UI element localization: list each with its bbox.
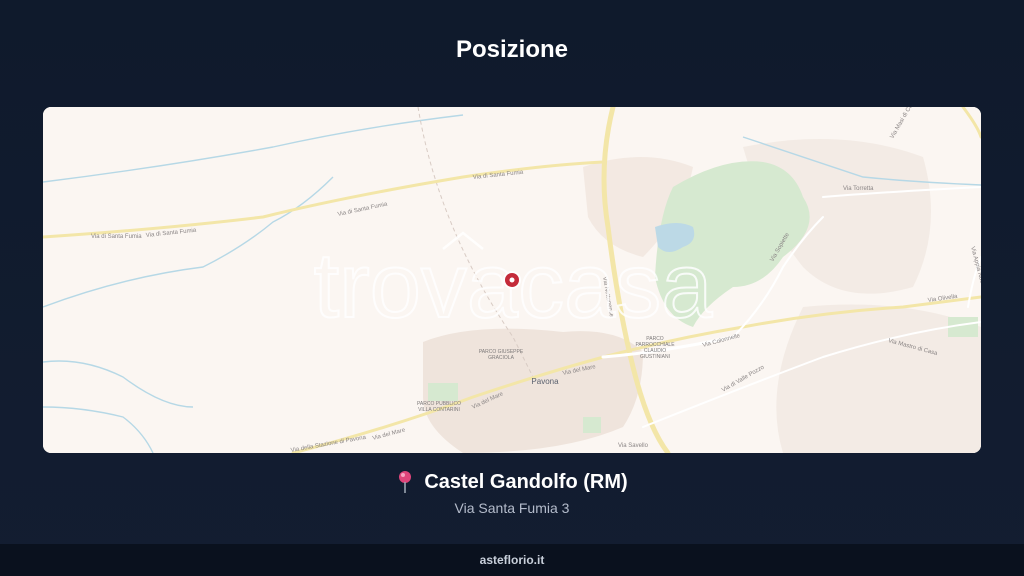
footer-brand[interactable]: asteflorio.it <box>480 553 545 567</box>
page-title: Posizione <box>455 36 569 63</box>
location-address: Via Santa Fumia 3 <box>454 500 570 516</box>
footer: asteflorio.it <box>0 544 1024 576</box>
park-area-small-1 <box>428 383 458 401</box>
map-canvas[interactable]: Via di Santa Fumia Via di Santa Fumia Vi… <box>43 107 981 453</box>
road-label-torretta: Via Torretta <box>843 186 874 192</box>
park-label-villa-2: VILLA CONTARINI <box>418 407 460 413</box>
map-container[interactable]: Via di Santa Fumia Via di Santa Fumia Vi… <box>43 107 981 453</box>
road-label-santa-fumia-left1: Via di Santa Fumia <box>91 234 142 240</box>
location-title: Castel Gandolfo (RM) <box>424 470 628 493</box>
park-label-claudio-4: GIUSTINIANI <box>640 354 670 360</box>
road-label-savello: Via Savello <box>618 443 649 449</box>
town-label-pavona: Pavona <box>531 377 559 386</box>
park-label-giuseppe-2: GRACIOLA <box>488 355 515 361</box>
location-heading: Castel Gandolfo (RM) <box>0 470 1024 494</box>
pushpin-icon <box>399 471 412 493</box>
location-marker-icon[interactable] <box>503 271 521 289</box>
park-area-small-2 <box>583 417 601 433</box>
